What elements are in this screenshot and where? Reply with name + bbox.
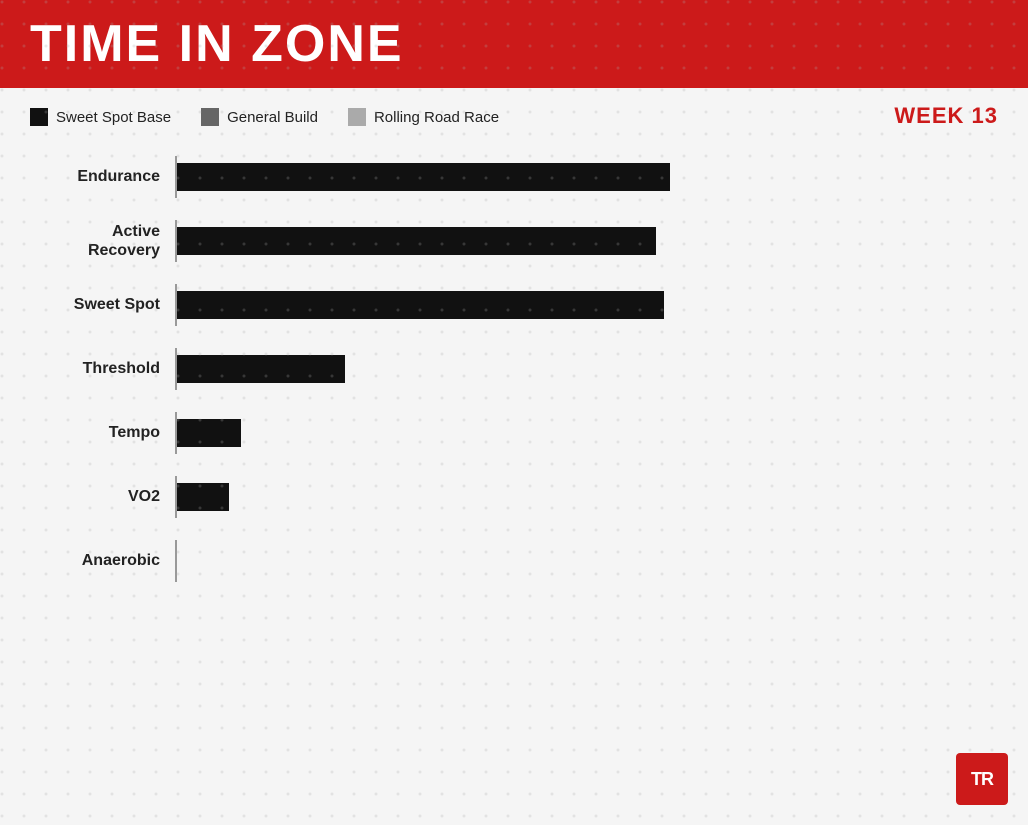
bar-track <box>177 350 968 388</box>
bar-segment <box>177 227 656 255</box>
bar-segment <box>177 291 664 319</box>
chart-row: Threshold <box>30 348 968 390</box>
chart-row-label: VO2 <box>30 487 175 506</box>
bar-segment <box>177 419 241 447</box>
bar-segment <box>177 355 345 383</box>
chart-row-label: ActiveRecovery <box>30 222 175 260</box>
legend-label-sweet-spot-base: Sweet Spot Base <box>56 109 171 126</box>
bar-track <box>177 286 968 324</box>
chart-row: Sweet Spot <box>30 284 968 326</box>
bar <box>177 419 241 447</box>
legend-item-general-build: General Build <box>201 108 318 126</box>
bar-track <box>177 158 968 196</box>
chart-row: Endurance <box>30 156 968 198</box>
legend-swatch-sweet-spot-base <box>30 108 48 126</box>
chart-row-label: Sweet Spot <box>30 295 175 314</box>
page-title: TIME IN ZONE <box>30 18 404 70</box>
bar-segment <box>177 163 670 191</box>
legend-swatch-rolling-road-race <box>348 108 366 126</box>
tr-logo: TR <box>956 753 1008 805</box>
chart-row: ActiveRecovery <box>30 220 968 262</box>
bar-track <box>177 222 968 260</box>
bar-segment <box>177 483 229 511</box>
bar <box>177 291 664 319</box>
chart-row-label: Tempo <box>30 423 175 442</box>
chart-row-label: Endurance <box>30 167 175 186</box>
bar <box>177 355 345 383</box>
bar-track <box>177 542 968 580</box>
chart-row: Anaerobic <box>30 540 968 582</box>
legend-label-general-build: General Build <box>227 109 318 126</box>
chart-row-label: Anaerobic <box>30 551 175 570</box>
chart-row: VO2 <box>30 476 968 518</box>
tr-logo-text: TR <box>971 769 993 790</box>
week-badge: WEEK 13 <box>894 103 998 129</box>
chart-row: Tempo <box>30 412 968 454</box>
chart-row-label: Threshold <box>30 359 175 378</box>
bar <box>177 483 229 511</box>
legend-item-rolling-road-race: Rolling Road Race <box>348 108 499 126</box>
legend-label-rolling-road-race: Rolling Road Race <box>374 109 499 126</box>
legend-swatch-general-build <box>201 108 219 126</box>
bar <box>177 227 656 255</box>
bar <box>177 163 670 191</box>
header-banner: TIME IN ZONE <box>0 0 1028 88</box>
bar-track <box>177 478 968 516</box>
legend: Sweet Spot Base General Build Rolling Ro… <box>0 88 1028 136</box>
bar-track <box>177 414 968 452</box>
legend-item-sweet-spot-base: Sweet Spot Base <box>30 108 171 126</box>
chart-container: Endurance ActiveRecovery Sweet Spot Thresho… <box>0 146 1028 624</box>
